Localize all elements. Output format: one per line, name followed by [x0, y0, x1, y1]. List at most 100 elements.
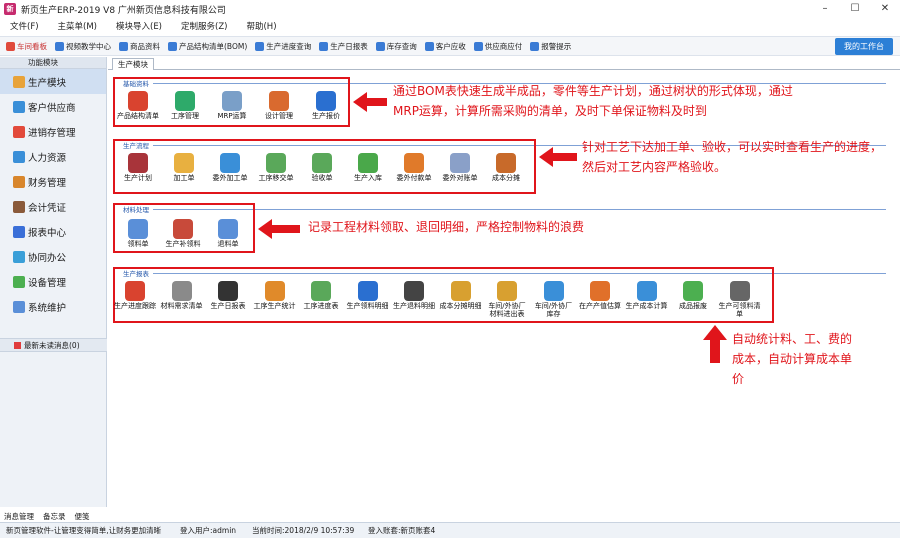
module-3-5-button[interactable]: 生产领料明细 [346, 281, 390, 310]
message-icon [14, 342, 21, 349]
module-item-label: 生产进度跟踪 [114, 302, 156, 310]
sidebar-item-label: 财务管理 [28, 177, 67, 189]
tab-production[interactable]: 生产模块 [112, 58, 154, 70]
module-0-1-button[interactable]: 工序管理 [163, 91, 207, 120]
menu-custom-service[interactable]: 定制服务(Z) [171, 20, 236, 32]
module-3-8-button[interactable]: 车间/外协厂材料进出表 [485, 281, 529, 318]
arrow-left-icon-head [353, 92, 367, 112]
module-item-label: 生产成本计算 [625, 302, 668, 310]
module-item-label: 领料单 [127, 240, 149, 248]
menu-file[interactable]: 文件(F) [0, 20, 48, 32]
toolbar-bom-button[interactable]: 产品结构清单(BOM) [168, 41, 247, 52]
toolbar-payable-button[interactable]: 供应商应付 [473, 41, 523, 52]
module-3-7-button[interactable]: 成本分摊明细 [439, 281, 483, 310]
menu-main[interactable]: 主菜单(M) [48, 20, 106, 32]
module-1-3-button[interactable]: 工序移交单 [254, 153, 298, 182]
sidebar-item-label: 设备管理 [28, 277, 67, 289]
module-0-3-button[interactable]: 设计管理 [257, 91, 301, 120]
p-icon [450, 153, 470, 173]
module-3-9-button[interactable]: 车间/外协厂库存 [532, 281, 576, 318]
module-1-8-button[interactable]: 成本分摊 [484, 153, 528, 182]
module-3-3-button[interactable]: 工序生产统计 [253, 281, 297, 310]
note-report-line: 成本，自动计算成本单 [732, 352, 853, 366]
my-workbench-button[interactable]: 我的工作台 [835, 38, 893, 55]
module-3-4-button[interactable]: 工序进度表 [299, 281, 343, 310]
module-1-4-button[interactable]: 验收单 [300, 153, 344, 182]
module-3-2-button[interactable]: 生产日报表 [206, 281, 250, 310]
pencil-icon [222, 91, 242, 111]
toolbar-board-button[interactable]: 车间看板 [6, 41, 47, 52]
module-item-label: 工序管理 [171, 112, 199, 120]
module-2-0-button[interactable]: 领料单 [116, 219, 160, 248]
sidebar-item-5[interactable]: 会计凭证 [0, 194, 106, 219]
doc-icon [220, 153, 240, 173]
book-dark-icon [404, 281, 424, 301]
toolbar-progress-button[interactable]: 生产进度查询 [255, 41, 311, 52]
chart-icon [13, 125, 25, 138]
calendar-icon [218, 281, 238, 301]
sidebar-item-9[interactable]: 系统维护 [0, 294, 106, 319]
pie-icon [128, 91, 148, 111]
sidebar-item-label: 报表中心 [28, 227, 67, 239]
toolbar-alarm-button[interactable]: 报警提示 [530, 41, 571, 52]
memo-link[interactable]: 备忘录 [43, 511, 66, 522]
module-3-11-button[interactable]: 生产成本计算 [625, 281, 669, 310]
module-3-10-button[interactable]: 在产产值估算 [578, 281, 622, 310]
sidebar-bottom-links: 消息管理 备忘录 便笺 [4, 511, 99, 522]
sidebar-item-1[interactable]: 客户供应商 [0, 94, 106, 119]
message-manage-link[interactable]: 消息管理 [4, 511, 34, 522]
sidebar-item-6[interactable]: 报表中心 [0, 219, 106, 244]
module-3-1-button[interactable]: 材料需求清单 [160, 281, 204, 310]
sidebar-item-4[interactable]: 财务管理 [0, 169, 106, 194]
module-item-label: 工序生产统计 [253, 302, 296, 310]
module-3-6-button[interactable]: 生产退料明细 [392, 281, 436, 310]
note-report-line: 自动统计料、工、费的 [732, 332, 853, 346]
menu-help[interactable]: 帮助(H) [236, 20, 285, 32]
status-bar: 新页管理软件-让管理变得简单,让财务更加清晰 登入用户:admin 当前时间:2… [0, 522, 900, 538]
status-time: 当前时间:2018/2/9 10:57:39 [252, 526, 355, 535]
sidebar-item-label: 客户供应商 [28, 102, 76, 114]
module-1-2-button[interactable]: 委外加工单 [208, 153, 252, 182]
sidebar-item-8[interactable]: 设备管理 [0, 269, 106, 294]
sticky-note-link[interactable]: 便笺 [75, 511, 90, 522]
bars-icon [269, 91, 289, 111]
module-3-12-button[interactable]: 成品报废 [671, 281, 715, 310]
module-item-label: 验收单 [311, 174, 333, 182]
module-0-0-button[interactable]: 产品结构清单 [116, 91, 160, 120]
stock-icon [375, 41, 385, 51]
toolbar-video-button[interactable]: 视频教学中心 [55, 41, 111, 52]
docs-icon [729, 281, 750, 301]
module-2-2-button[interactable]: 退料单 [206, 219, 250, 248]
module-1-5-button[interactable]: 生产入库 [346, 153, 390, 182]
arrow-up-icon-head [703, 325, 727, 340]
module-item-label: 生产入库 [354, 174, 382, 182]
toolbar-receivable-button[interactable]: 客户应收 [424, 41, 466, 52]
module-1-0-button[interactable]: 生产计划 [116, 153, 160, 182]
unread-messages[interactable]: 最新未读消息(0) [0, 338, 107, 352]
module-1-1-button[interactable]: 加工单 [162, 153, 206, 182]
module-1-6-button[interactable]: 委外付款单 [392, 153, 436, 182]
module-0-2-button[interactable]: MRP运算 [210, 91, 254, 120]
voucher-icon [13, 200, 25, 213]
toolbar-goods-button[interactable]: 商品资料 [119, 41, 160, 52]
module-3-13-button[interactable]: 生产可领料清单 [718, 281, 762, 318]
menu-module-import[interactable]: 模块导入(E) [106, 20, 171, 32]
close-icon[interactable]: ✕ [870, 0, 900, 18]
sidebar-item-2[interactable]: 进销存管理 [0, 119, 106, 144]
module-item-label: 加工单 [173, 174, 195, 182]
module-3-0-button[interactable]: 生产进度跟踪 [113, 281, 157, 310]
sidebar-item-0[interactable]: 生产模块 [0, 69, 106, 94]
minimize-icon[interactable]: – [810, 0, 840, 18]
sidebar-item-7[interactable]: 协同办公 [0, 244, 106, 269]
money-icon [497, 281, 517, 301]
module-2-1-button[interactable]: 生产补领料 [161, 219, 205, 248]
toolbar-stock-button[interactable]: 库存查询 [375, 41, 417, 52]
collab-icon [13, 250, 25, 263]
module-0-4-button[interactable]: 生产报价 [304, 91, 348, 120]
arrow-left-icon [218, 219, 238, 239]
maximize-icon[interactable]: ☐ [840, 0, 870, 18]
toolbar-daily-report-button[interactable]: 生产日报表 [319, 41, 368, 52]
sidebar-item-3[interactable]: 人力资源 [0, 144, 106, 169]
toolbar-item-label: 供应商应付 [484, 41, 523, 51]
module-1-7-button[interactable]: 委外对账单 [438, 153, 482, 182]
